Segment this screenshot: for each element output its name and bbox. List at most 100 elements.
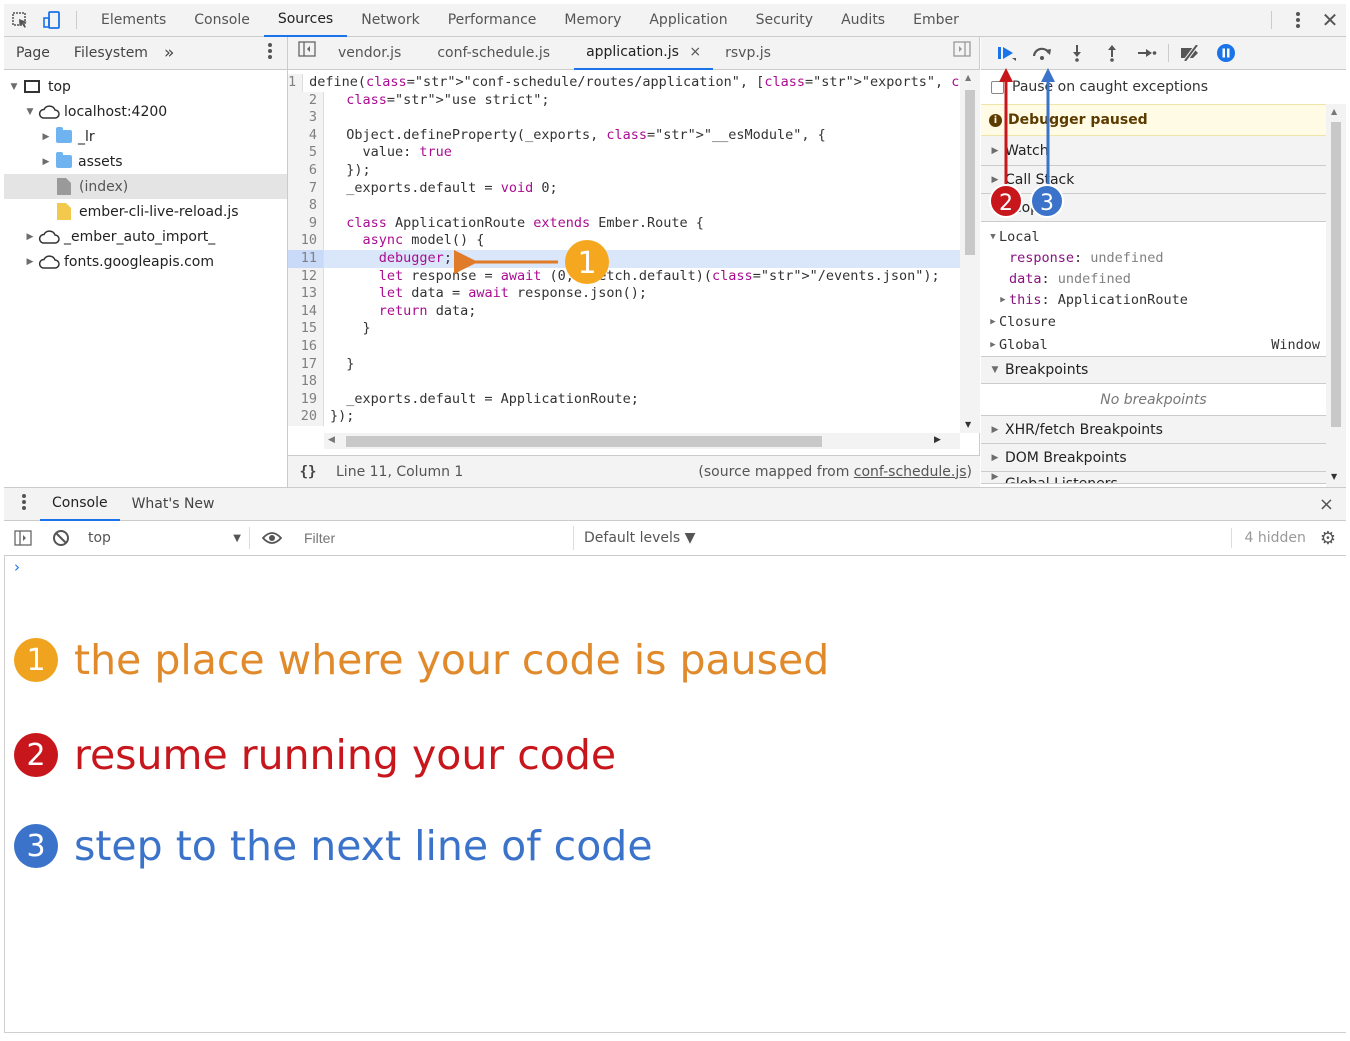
code-line[interactable]: 13 let data = await response.json(); bbox=[288, 285, 960, 303]
scope-var[interactable]: response: undefined bbox=[981, 247, 1326, 268]
file-tab-rsvp[interactable]: rsvp.js bbox=[713, 37, 783, 70]
line-number[interactable]: 20 bbox=[288, 408, 324, 426]
line-number[interactable]: 8 bbox=[288, 197, 324, 215]
line-number[interactable]: 14 bbox=[288, 302, 324, 321]
tree-item-localhost[interactable]: ▼ localhost:4200 bbox=[4, 99, 287, 124]
clear-console-icon[interactable] bbox=[42, 529, 80, 547]
collapse-triangle-icon[interactable]: ▶ bbox=[24, 232, 36, 242]
scrollbar-thumb[interactable] bbox=[346, 436, 822, 447]
xhr-breakpoints-section-header[interactable]: ▶ XHR/fetch Breakpoints bbox=[981, 416, 1326, 444]
code-line[interactable]: 10 async model() { bbox=[288, 232, 960, 250]
tree-item-lr[interactable]: ▶ _lr bbox=[4, 124, 287, 149]
code-line[interactable]: 19 _exports.default = ApplicationRoute; bbox=[288, 390, 960, 409]
tree-item-index[interactable]: (index) bbox=[4, 174, 287, 199]
pause-caught-exceptions-option[interactable]: Pause on caught exceptions bbox=[981, 70, 1346, 104]
code-line[interactable]: 2 class="str">"use strict"; bbox=[288, 91, 960, 110]
line-number[interactable]: 9 bbox=[288, 214, 324, 233]
editor-vertical-scrollbar[interactable]: ▲ ▼ bbox=[960, 70, 980, 433]
line-number[interactable]: 1 bbox=[288, 74, 304, 92]
toggle-debugger-icon[interactable] bbox=[941, 37, 979, 70]
pretty-print-icon[interactable]: {} bbox=[288, 464, 328, 480]
kebab-menu-icon[interactable] bbox=[1282, 4, 1314, 37]
main-tab-application[interactable]: Application bbox=[635, 4, 741, 37]
main-tab-network[interactable]: Network bbox=[347, 4, 433, 37]
gear-icon[interactable]: ⚙ bbox=[1320, 528, 1336, 549]
close-drawer-icon[interactable]: × bbox=[1319, 494, 1346, 515]
main-tab-performance[interactable]: Performance bbox=[434, 4, 551, 37]
code-line[interactable]: 14 return data; bbox=[288, 302, 960, 321]
line-number[interactable]: 3 bbox=[288, 109, 324, 127]
scope-local[interactable]: ▼ Local bbox=[981, 226, 1326, 247]
drawer-tab-console[interactable]: Console bbox=[40, 488, 120, 521]
code-area[interactable]: 1 define(class="str">"conf-schedule/route… bbox=[288, 70, 960, 433]
tree-item-livereload[interactable]: ember-cli-live-reload.js bbox=[4, 199, 287, 224]
code-line[interactable]: 4 Object.defineProperty(_exports, class=… bbox=[288, 126, 960, 145]
scope-var[interactable]: data: undefined bbox=[981, 268, 1326, 289]
source-map-link[interactable]: conf-schedule.js bbox=[854, 464, 967, 480]
scroll-right-icon[interactable]: ▶ bbox=[934, 435, 941, 445]
file-tab-vendor[interactable]: vendor.js bbox=[326, 37, 413, 70]
line-number[interactable]: 18 bbox=[288, 373, 324, 391]
line-number[interactable]: 2 bbox=[288, 91, 324, 110]
scroll-down-icon[interactable]: ▼ bbox=[965, 420, 971, 429]
code-line[interactable]: 6 }); bbox=[288, 162, 960, 180]
collapse-triangle-icon[interactable]: ▶ bbox=[24, 257, 36, 267]
main-tab-console[interactable]: Console bbox=[180, 4, 264, 37]
main-tab-sources[interactable]: Sources bbox=[263, 4, 348, 37]
pause-on-exceptions-button[interactable] bbox=[1208, 37, 1243, 70]
code-line[interactable]: 7 _exports.default = void 0; bbox=[288, 179, 960, 198]
scroll-down-icon[interactable]: ▼ bbox=[1331, 472, 1337, 481]
close-tab-icon[interactable]: × bbox=[689, 44, 701, 60]
code-line[interactable]: 12 let response = await (0, _fetch.defau… bbox=[288, 267, 960, 286]
file-tab-application[interactable]: application.js × bbox=[574, 37, 714, 70]
breakpoints-section-header[interactable]: ▼ Breakpoints bbox=[981, 356, 1326, 384]
console-filter-input[interactable] bbox=[298, 526, 574, 550]
scroll-up-icon[interactable]: ▲ bbox=[965, 73, 971, 82]
main-tab-ember[interactable]: Ember bbox=[899, 4, 973, 37]
resume-button[interactable] bbox=[989, 37, 1024, 70]
pause-caught-checkbox[interactable] bbox=[991, 80, 1004, 94]
close-devtools-icon[interactable]: ✕ bbox=[1314, 4, 1346, 37]
line-number[interactable]: 17 bbox=[288, 355, 324, 374]
line-number[interactable]: 5 bbox=[288, 144, 324, 162]
scope-global[interactable]: ▶ Global Window bbox=[981, 333, 1326, 356]
editor-horizontal-scrollbar[interactable]: ◀ ▶ bbox=[324, 433, 960, 449]
code-line[interactable]: 9 class ApplicationRoute extends Ember.R… bbox=[288, 214, 960, 233]
code-line[interactable]: 11 debugger; bbox=[288, 250, 960, 268]
device-toolbar-icon[interactable] bbox=[36, 4, 68, 37]
tree-item-top[interactable]: ▼ top bbox=[4, 74, 287, 99]
console-sidebar-icon[interactable] bbox=[4, 530, 42, 546]
scope-this[interactable]: ▶ this: ApplicationRoute bbox=[981, 289, 1326, 310]
inspect-element-icon[interactable] bbox=[4, 4, 36, 37]
scope-section-header[interactable]: ▼ Scope bbox=[981, 194, 1326, 222]
code-line[interactable]: 1 define(class="str">"conf-schedule/route… bbox=[288, 74, 960, 92]
step-out-button[interactable] bbox=[1094, 37, 1129, 70]
scrollbar-thumb[interactable] bbox=[965, 90, 975, 255]
tab-page[interactable]: Page bbox=[4, 45, 62, 61]
drawer-tab-whats-new[interactable]: What's New bbox=[120, 488, 227, 521]
log-levels-dropdown[interactable]: Default levels ▼ bbox=[574, 530, 695, 546]
line-number[interactable]: 15 bbox=[288, 320, 324, 338]
call-stack-section-header[interactable]: ▶ Call Stack bbox=[981, 166, 1326, 194]
scrollbar-thumb[interactable] bbox=[1331, 122, 1341, 427]
navigator-menu-icon[interactable] bbox=[255, 42, 287, 64]
expand-triangle-icon[interactable]: ▼ bbox=[24, 107, 36, 117]
line-number[interactable]: 4 bbox=[288, 126, 324, 145]
context-selector[interactable]: top ▼ bbox=[80, 527, 250, 549]
line-number[interactable]: 16 bbox=[288, 338, 324, 356]
scope-closure[interactable]: ▶ Closure bbox=[981, 310, 1326, 333]
line-number[interactable]: 7 bbox=[288, 179, 324, 198]
line-number[interactable]: 6 bbox=[288, 162, 324, 180]
global-listeners-section-header[interactable]: ▶ Global Listeners bbox=[981, 472, 1326, 484]
scroll-left-icon[interactable]: ◀ bbox=[328, 435, 335, 445]
live-expression-eye-icon[interactable] bbox=[250, 531, 294, 545]
main-tab-elements[interactable]: Elements bbox=[87, 4, 180, 37]
line-number[interactable]: 13 bbox=[288, 285, 324, 303]
deactivate-breakpoints-button[interactable] bbox=[1173, 37, 1208, 70]
code-line[interactable]: 3 bbox=[288, 109, 960, 127]
line-number[interactable]: 11 bbox=[288, 250, 324, 268]
console-prompt[interactable]: › bbox=[14, 558, 20, 576]
code-line[interactable]: 16 bbox=[288, 338, 960, 356]
main-tab-audits[interactable]: Audits bbox=[827, 4, 899, 37]
main-tab-memory[interactable]: Memory bbox=[550, 4, 635, 37]
